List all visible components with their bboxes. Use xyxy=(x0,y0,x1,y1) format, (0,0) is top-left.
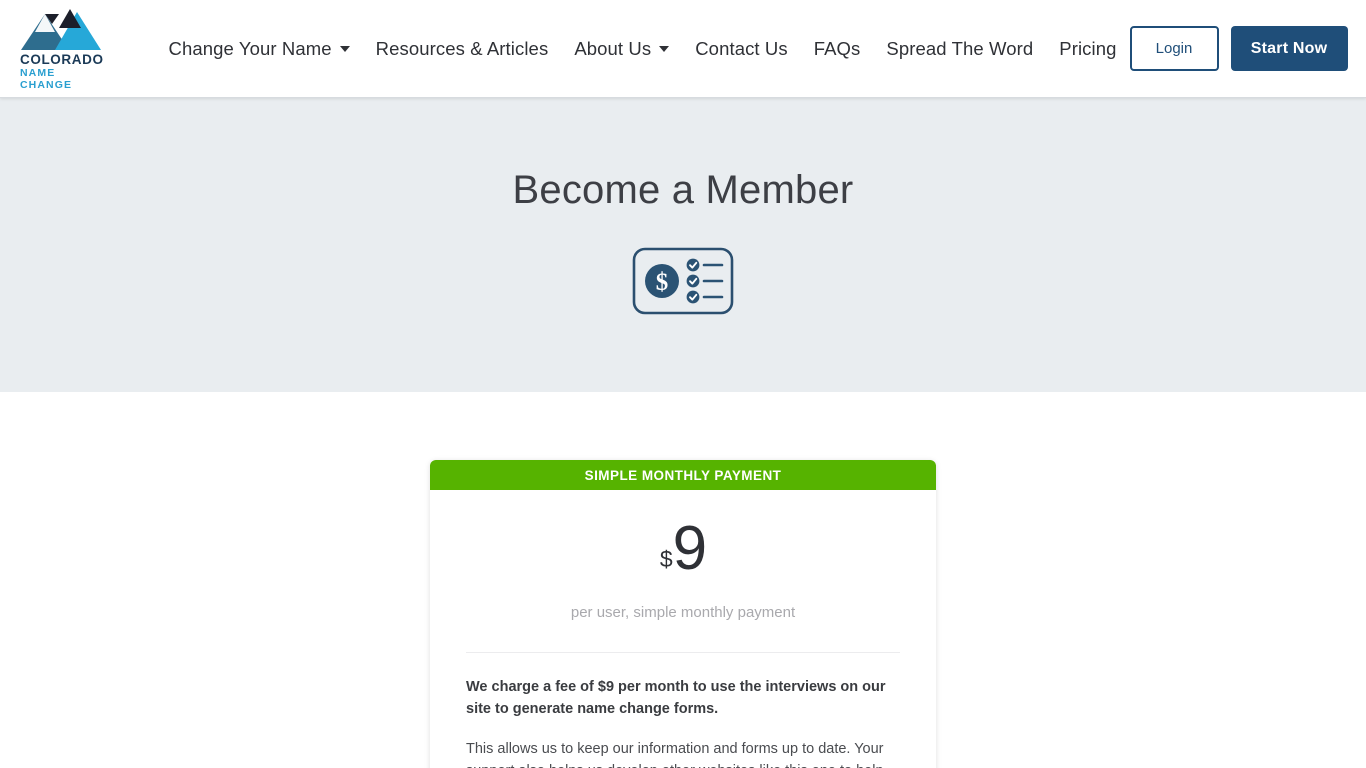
nav-item-resources-articles[interactable]: Resources & Articles xyxy=(363,38,562,60)
price-display: $ 9 xyxy=(466,514,900,583)
nav-label: Pricing xyxy=(1059,37,1117,59)
chevron-down-icon xyxy=(339,45,350,52)
start-now-button[interactable]: Start Now xyxy=(1230,26,1348,71)
nav-label: Spread The Word xyxy=(886,37,1034,59)
nav-item-spread-the-word[interactable]: Spread The Word xyxy=(873,38,1046,60)
nav-item-faqs[interactable]: FAQs xyxy=(801,38,874,60)
hero-icon-wrap: $ xyxy=(632,247,734,315)
card-divider xyxy=(466,651,900,653)
pricing-card: SIMPLE MONTHLY PAYMENT $ 9 per user, sim… xyxy=(430,460,936,768)
svg-text:$: $ xyxy=(656,269,669,296)
nav-label: FAQs xyxy=(813,37,861,59)
colorado-mountains-logo-icon xyxy=(20,8,101,50)
nav-label: About Us xyxy=(574,37,652,59)
pricing-card-body: $ 9 per user, simple monthly payment We … xyxy=(430,514,936,768)
nav-label: Contact Us xyxy=(695,37,788,59)
page-title: Become a Member xyxy=(512,168,854,212)
hero-section: Become a Member $ xyxy=(0,98,1366,392)
login-button[interactable]: Login xyxy=(1129,26,1219,71)
nav-label: Change Your Name xyxy=(168,37,332,59)
logo-text-line2: NAME CHANGE xyxy=(20,67,73,92)
price-subtitle: per user, simple monthly payment xyxy=(570,603,796,621)
site-header: COLORADO NAME CHANGE Change Your Name Re… xyxy=(0,0,1366,98)
nav-item-pricing[interactable]: Pricing xyxy=(1046,38,1129,60)
pricing-highlight-text: We charge a fee of $9 per month to use t… xyxy=(466,678,886,717)
main-navigation: Change Your Name Resources & Articles Ab… xyxy=(156,38,1130,60)
nav-item-about-us[interactable]: About Us xyxy=(561,38,682,60)
membership-card-checklist-icon: $ xyxy=(632,247,734,315)
nav-label: Resources & Articles xyxy=(375,37,549,59)
pricing-banner: SIMPLE MONTHLY PAYMENT xyxy=(430,460,936,490)
header-actions: Login Start Now xyxy=(1129,26,1348,71)
pricing-section: SIMPLE MONTHLY PAYMENT $ 9 per user, sim… xyxy=(0,392,1366,768)
price-amount: 9 xyxy=(672,514,707,583)
logo-text-line1: COLORADO xyxy=(20,51,104,67)
pricing-description-text: This allows us to keep our information a… xyxy=(466,740,884,768)
price-currency-symbol: $ xyxy=(659,545,673,572)
nav-item-change-your-name[interactable]: Change Your Name xyxy=(156,38,363,60)
nav-item-contact-us[interactable]: Contact Us xyxy=(682,38,801,60)
site-logo[interactable]: COLORADO NAME CHANGE xyxy=(20,6,104,91)
chevron-down-icon xyxy=(659,45,670,52)
